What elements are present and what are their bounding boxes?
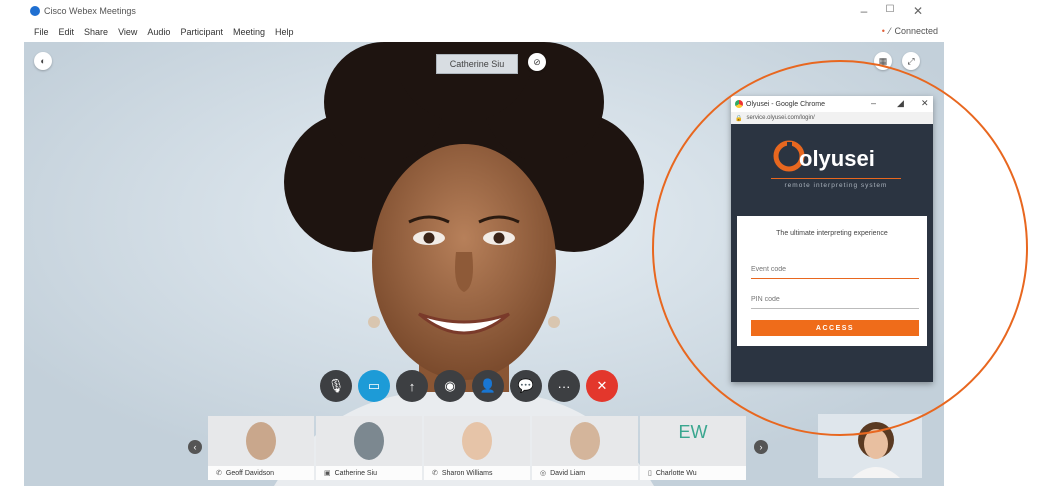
popup-minimize-button[interactable]: – <box>871 98 876 108</box>
self-view-feed <box>818 414 922 478</box>
menu-bar: File Edit Share View Audio Participant M… <box>24 22 944 42</box>
brand-tagline: remote interpreting system <box>784 182 888 189</box>
chevron-left-icon: ‹ <box>193 442 197 452</box>
thumbnails-prev-button[interactable]: ‹ <box>188 440 202 454</box>
menu-view[interactable]: View <box>118 27 137 37</box>
participant-name: David Liam <box>550 469 586 477</box>
thumbnails-next-button[interactable]: › <box>754 440 768 454</box>
olyusei-brand: olyusei remote interpreting system <box>731 136 933 200</box>
participant-name: Geoff Davidson <box>225 469 274 477</box>
layout-lock-button[interactable]: ◐ <box>34 52 52 70</box>
brand-name: olyusei <box>799 146 875 171</box>
participant-name: Catherine Siu <box>334 469 378 477</box>
participants-button[interactable]: 👤 <box>472 370 504 402</box>
login-slogan: The ultimate interpreting experience <box>776 230 888 237</box>
grid-icon: ▦ <box>878 55 888 66</box>
mute-button[interactable]: 🎙 <box>320 370 352 402</box>
participants-icon: 👤 <box>479 378 497 393</box>
pin-code-input[interactable] <box>751 290 919 309</box>
end-call-icon: ✕ <box>596 378 608 393</box>
share-icon: ↑ <box>408 378 416 394</box>
expand-icon: ⤢ <box>907 55 915 66</box>
meeting-controls: 🎙 ▭ ↑ ◉ 👤 💬 ··· ✕ <box>320 370 618 402</box>
grid-view-button[interactable]: ▦ <box>874 52 892 70</box>
phone-icon: ✆ <box>216 470 222 477</box>
access-button[interactable]: ACCESS <box>751 320 919 336</box>
more-options-icon: ··· <box>557 378 571 394</box>
menu-participant[interactable]: Participant <box>180 27 223 37</box>
brand-divider <box>771 178 901 179</box>
chat-icon: 💬 <box>517 378 535 393</box>
participant-video <box>570 422 600 460</box>
login-card: The ultimate interpreting experience ACC… <box>737 216 927 346</box>
chat-button[interactable]: 💬 <box>510 370 542 402</box>
connection-label: Connected <box>894 26 938 36</box>
participant-initials: EW <box>678 422 708 442</box>
participant-video <box>354 422 384 460</box>
participant-thumbnail[interactable]: ◎ David Liam <box>532 416 638 480</box>
popup-title-bar: Olyusei - Google Chrome – ◢ ✕ <box>731 96 933 112</box>
connection-dot-icon: • <box>881 26 885 36</box>
participant-thumbnail[interactable]: ✆ Sharon Williams <box>424 416 530 480</box>
minimize-button[interactable]: – <box>852 4 876 18</box>
video-camera-icon: ▭ <box>367 378 381 393</box>
menu-file[interactable]: File <box>34 27 49 37</box>
participant-thumbnail[interactable]: EW ▯ Charlotte Wu <box>640 416 746 480</box>
self-view-video[interactable] <box>818 414 922 478</box>
participant-video <box>462 422 492 460</box>
title-bar: Cisco Webex Meetings – ☐ ✕ <box>24 0 944 22</box>
chrome-popup-window: Olyusei - Google Chrome – ◢ ✕ 🔒 service.… <box>731 96 933 382</box>
speaker-options-button[interactable]: ⊘ <box>528 53 546 71</box>
participant-name: Charlotte Wu <box>655 469 697 477</box>
participant-video <box>246 422 276 460</box>
menu-help[interactable]: Help <box>275 27 294 37</box>
pin-icon: ⊘ <box>533 56 541 67</box>
computer-icon: ▣ <box>324 470 331 477</box>
chrome-icon <box>735 100 743 108</box>
popup-title: Olyusei - Google Chrome <box>746 100 825 108</box>
menu-audio[interactable]: Audio <box>147 27 170 37</box>
participant-thumbnail[interactable]: ▣ Catherine Siu <box>316 416 422 480</box>
more-options-button[interactable]: ··· <box>548 370 580 402</box>
popup-restore-button[interactable]: ◢ <box>897 98 904 109</box>
phone-icon: ✆ <box>432 470 438 477</box>
lock-icon: 🔒 <box>735 115 743 122</box>
maximize-button[interactable]: ☐ <box>878 4 902 15</box>
mobile-icon: ▯ <box>648 470 652 477</box>
popup-url: service.olyusei.com/login/ <box>746 115 815 121</box>
chevron-right-icon: › <box>759 442 763 452</box>
menu-edit[interactable]: Edit <box>59 27 75 37</box>
video-button[interactable]: ▭ <box>358 370 390 402</box>
app-title: Cisco Webex Meetings <box>44 6 136 16</box>
fullscreen-button[interactable]: ⤢ <box>902 52 920 70</box>
participant-thumbnail[interactable]: ✆ Geoff Davidson <box>208 416 314 480</box>
signal-icon: ⁄ <box>888 26 891 36</box>
close-button[interactable]: ✕ <box>906 4 930 18</box>
record-button[interactable]: ◉ <box>434 370 466 402</box>
event-code-input[interactable] <box>751 260 919 279</box>
web-icon: ◎ <box>540 470 547 477</box>
menu-share[interactable]: Share <box>84 27 108 37</box>
active-speaker-label: Catherine Siu <box>436 54 518 74</box>
record-icon: ◉ <box>444 378 456 393</box>
menu-meeting[interactable]: Meeting <box>233 27 265 37</box>
connection-status[interactable]: • ⁄ Connected <box>882 26 938 36</box>
lock-icon: ◐ <box>40 56 46 66</box>
participant-strip: ✆ Geoff Davidson ▣ Catherine Siu ✆ Sharon W… <box>208 416 746 480</box>
share-button[interactable]: ↑ <box>396 370 428 402</box>
popup-close-button[interactable]: ✕ <box>921 98 929 109</box>
end-call-button[interactable]: ✕ <box>586 370 618 402</box>
webex-logo-icon <box>30 6 40 16</box>
address-bar[interactable]: 🔒 service.olyusei.com/login/ <box>731 112 933 124</box>
participant-name: Sharon Williams <box>441 469 493 477</box>
microphone-icon: 🎙 <box>327 378 345 393</box>
